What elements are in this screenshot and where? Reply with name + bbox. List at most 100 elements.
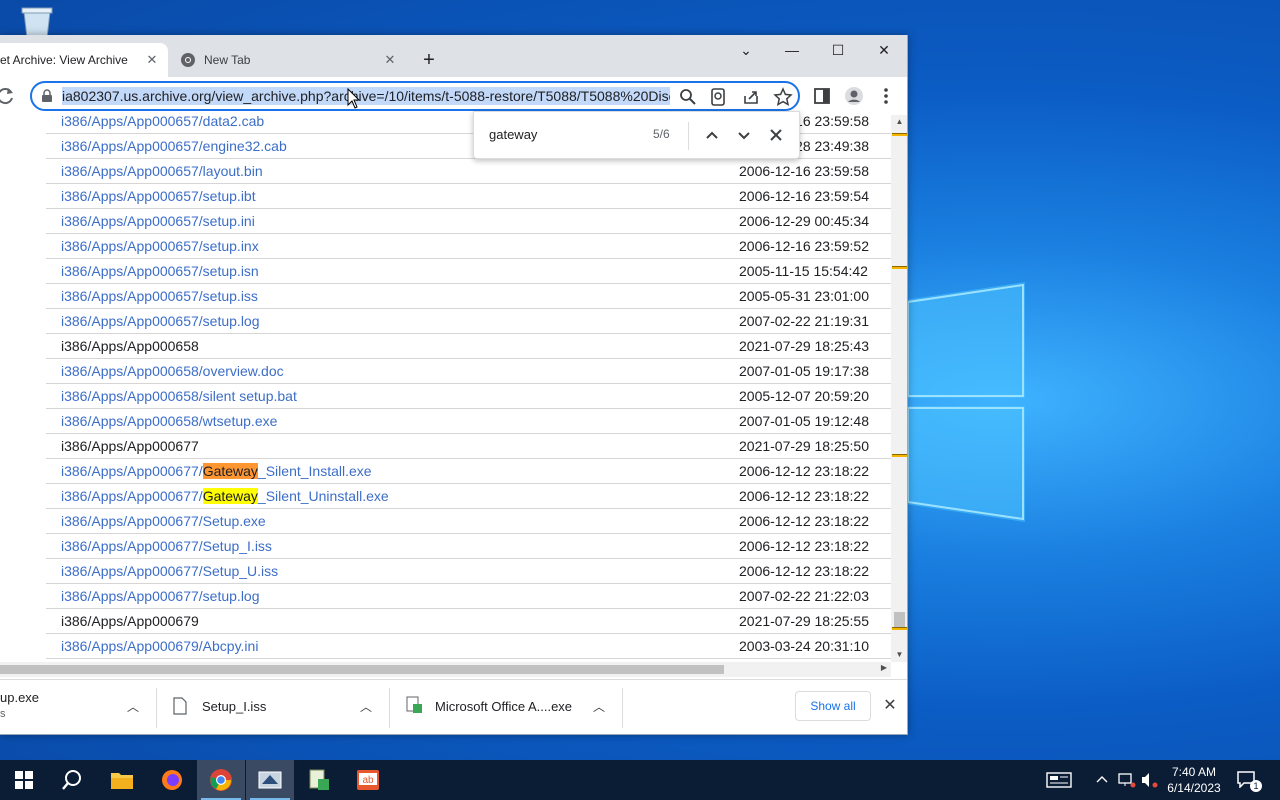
file-link[interactable]: i386/Apps/App000677/setup.log [61, 588, 260, 604]
file-link[interactable]: i386/Apps/App000657/setup.iss [61, 288, 258, 304]
table-row: i386/Apps/App000658/overview.doc 2007-01-… [46, 359, 891, 384]
address-bar[interactable]: ia802307.us.archive.org/view_archive.php… [30, 81, 800, 111]
scroll-up-icon[interactable]: ▲ [891, 115, 907, 129]
table-row: i386/Apps/App000658/wtsetup.exe 2007-01-0… [46, 409, 891, 434]
modified-date: 2007-01-05 19:12:48 [739, 413, 869, 429]
find-input[interactable]: gateway [489, 127, 537, 142]
file-link[interactable]: i386/Apps/App000677/Setup_U.iss [61, 563, 278, 579]
chevron-up-icon[interactable] [701, 124, 723, 146]
chevron-up-icon[interactable]: ︿ [358, 698, 374, 714]
clock[interactable]: 7:40 AM 6/14/2023 [1160, 764, 1228, 796]
side-panel-icon[interactable] [811, 85, 833, 107]
file-link[interactable]: i386/Apps/App000657/setup.isn [61, 263, 259, 279]
bookmark-star-icon[interactable] [773, 87, 793, 107]
file-link[interactable]: i386/Apps/App000657/setup.ibt [61, 188, 256, 204]
path-suffix: _Silent_Install.exe [257, 463, 372, 479]
table-row: i386/Apps/App000677 2021-07-29 18:25:50 [46, 434, 891, 459]
keyboard-icon[interactable] [1046, 772, 1072, 788]
file-link[interactable]: i386/Apps/App000657/data2.cab [61, 115, 264, 129]
network-icon[interactable] [1118, 772, 1136, 788]
recycle-bin-icon[interactable] [18, 6, 56, 38]
toolbar: ia802307.us.archive.org/view_archive.php… [0, 77, 907, 115]
chevron-up-icon[interactable]: ︿ [125, 698, 141, 714]
start-button[interactable] [0, 760, 48, 800]
file-link[interactable]: i386/Apps/App000677/Setup.exe [61, 513, 266, 529]
app-button[interactable] [295, 760, 343, 800]
download-item[interactable]: up.exe s ︿ [0, 680, 155, 734]
file-link[interactable]: i386/Apps/App000658/silent setup.bat [61, 388, 297, 404]
scrollbar-thumb[interactable] [0, 665, 724, 674]
search-icon [62, 770, 81, 790]
minimize-button[interactable]: — [769, 35, 815, 65]
app-button[interactable]: ab [344, 760, 392, 800]
file-link[interactable]: i386/Apps/App000679/Abcpy.ini [61, 638, 258, 654]
horizontal-scrollbar[interactable]: ▶ [0, 662, 891, 677]
current-find-match: Gateway [202, 463, 258, 479]
lock-icon[interactable] [40, 89, 54, 103]
tab-new-tab[interactable]: New Tab ✕ [168, 43, 406, 77]
file-link[interactable]: i386/Apps/App000658/wtsetup.exe [61, 413, 277, 429]
close-window-button[interactable]: ✕ [861, 35, 907, 65]
close-icon[interactable]: ✕ [382, 52, 398, 68]
action-center-button[interactable]: 1 [1236, 770, 1262, 792]
volume-icon[interactable] [1141, 772, 1159, 788]
tab-view-archive[interactable]: et Archive: View Archive ✕ [0, 43, 168, 77]
file-link[interactable]: i386/Apps/App000658/overview.doc [61, 363, 284, 379]
modified-date: 2007-02-22 21:22:03 [739, 588, 869, 604]
share-icon[interactable] [741, 87, 761, 107]
app-button[interactable] [246, 760, 294, 800]
table-row: i386/Apps/App000677/Setup_I.iss 2006-12-1… [46, 534, 891, 559]
chrome-button[interactable] [197, 760, 245, 800]
file-link[interactable]: i386/Apps/App000657/setup.inx [61, 238, 259, 254]
chrome-icon [181, 53, 195, 67]
find-match: Gateway [202, 488, 258, 504]
close-downloads-icon[interactable]: ✕ [880, 696, 900, 716]
file-link[interactable]: i386/Apps/App000657/setup.log [61, 313, 260, 329]
download-name: up.exe [0, 690, 40, 705]
file-link[interactable]: i386/Apps/App000677/Setup_I.iss [61, 538, 272, 554]
path-suffix: _Silent_Uninstall.exe [257, 488, 389, 504]
reload-icon[interactable] [0, 85, 16, 107]
table-row: i386/Apps/App000677/Setup.exe 2006-12-12 … [46, 509, 891, 534]
file-explorer-button[interactable] [98, 760, 146, 800]
scroll-right-icon[interactable]: ▶ [881, 663, 887, 672]
chevron-up-icon[interactable]: ︿ [591, 698, 607, 714]
scroll-down-icon[interactable]: ▼ [891, 648, 907, 662]
download-item[interactable]: Setup_I.iss ︿ [157, 680, 389, 734]
folder-label: i386/Apps/App000679 [61, 613, 199, 629]
firefox-button[interactable] [148, 760, 196, 800]
profile-avatar-icon[interactable] [843, 85, 865, 107]
search-button[interactable] [48, 760, 96, 800]
close-icon[interactable] [765, 124, 787, 146]
modified-date: 2005-05-31 23:01:00 [739, 288, 869, 304]
modified-date: 2005-11-15 15:54:42 [739, 263, 868, 279]
show-all-button[interactable]: Show all [795, 691, 871, 721]
file-link[interactable]: i386/Apps/App000657/setup.ini [61, 213, 255, 229]
find-in-page-icon[interactable] [709, 87, 729, 107]
chevron-up-icon[interactable] [1096, 774, 1108, 786]
file-link[interactable]: i386/Apps/App000677/Gateway_Silent_Insta… [61, 463, 372, 479]
archive-listing: i386/Apps/App000657/data2.cab 2006-12-16 … [0, 115, 907, 662]
notification-badge: 1 [1250, 780, 1262, 792]
vertical-scrollbar[interactable]: ▲ ▼ [891, 115, 907, 662]
file-link[interactable]: i386/Apps/App000677/Gateway_Silent_Unins… [61, 488, 389, 504]
clock-time: 7:40 AM [1171, 765, 1217, 779]
modified-date: 2007-01-05 19:17:38 [739, 363, 869, 379]
divider [688, 122, 689, 150]
new-tab-button[interactable]: + [417, 49, 441, 73]
download-item[interactable]: Microsoft Office A....exe ︿ [390, 680, 622, 734]
chevron-down-icon[interactable] [733, 124, 755, 146]
search-icon[interactable] [678, 87, 698, 107]
download-name: Setup_I.iss [202, 699, 267, 714]
url-text[interactable]: ia802307.us.archive.org/view_archive.php… [62, 87, 670, 105]
table-row: i386/Apps/App000657/setup.ibt 2006-12-16 … [46, 184, 891, 209]
maximize-button[interactable]: ☐ [815, 35, 861, 65]
modified-date: 2005-12-07 20:59:20 [739, 388, 869, 404]
file-link[interactable]: i386/Apps/App000657/engine32.cab [61, 138, 287, 154]
menu-kebab-icon[interactable] [875, 85, 897, 107]
installer-app-icon [258, 771, 282, 789]
tab-search-icon[interactable]: ⌄ [723, 35, 769, 65]
file-link[interactable]: i386/Apps/App000657/layout.bin [61, 163, 263, 179]
table-row: i386/Apps/App000677/setup.log 2007-02-22 … [46, 584, 891, 609]
close-icon[interactable]: ✕ [144, 52, 160, 68]
